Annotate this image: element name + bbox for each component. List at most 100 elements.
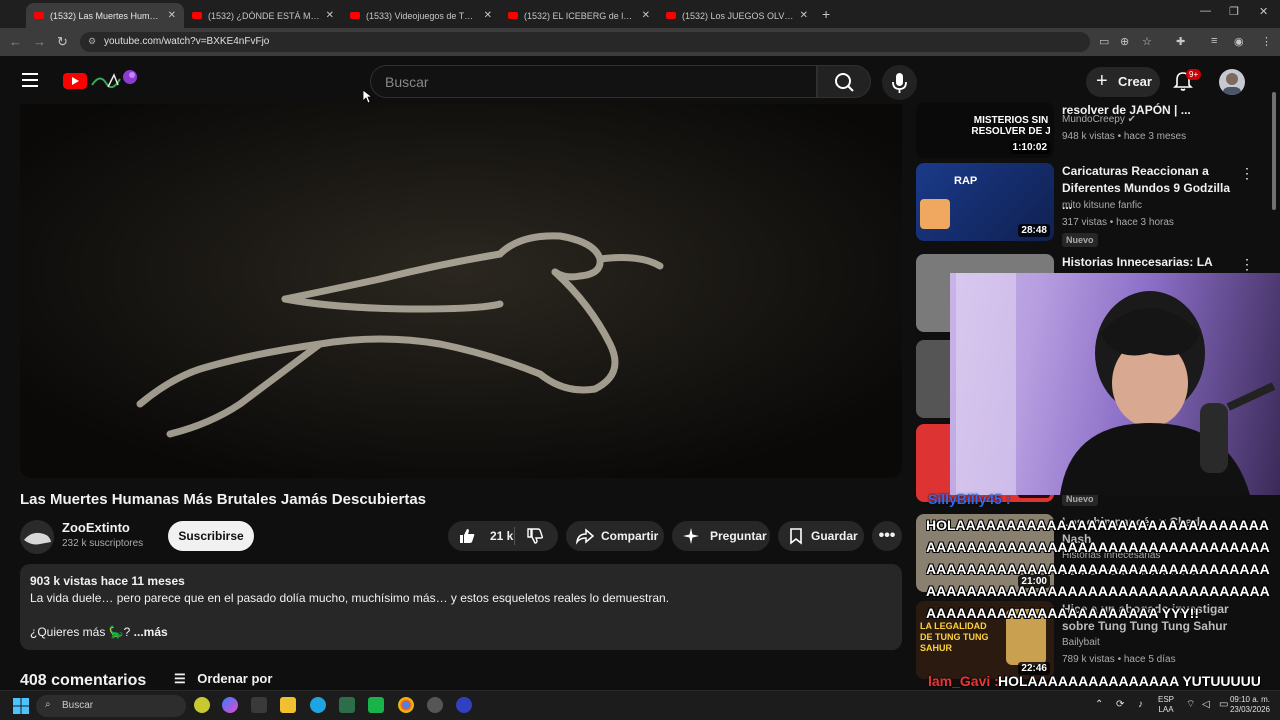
account-avatar[interactable] <box>1219 69 1245 95</box>
sparkle-icon <box>683 528 699 544</box>
sort-comments-button[interactable]: ☰ Ordenar por <box>174 671 272 687</box>
address-bar-row: ← → ↻ ⚙ youtube.com/watch?v=BXKE4nFvFjo … <box>0 28 1280 56</box>
url-field[interactable]: ⚙ youtube.com/watch?v=BXKE4nFvFjo <box>80 32 1090 52</box>
video-player[interactable] <box>20 104 902 478</box>
close-tab-icon[interactable]: ✕ <box>484 10 492 21</box>
reading-list-icon[interactable]: ≡ <box>1211 35 1217 47</box>
browser-tab[interactable]: (1532) EL ICEBERG de los FENÓ ✕ <box>500 3 658 28</box>
share-button[interactable]: Compartir <box>566 521 664 551</box>
browser-tab[interactable]: (1532) Las Muertes Humanas M ✕ <box>26 3 184 28</box>
voice-search-button[interactable] <box>882 65 917 100</box>
youtube-favicon-icon <box>192 12 202 19</box>
taskbar-search[interactable]: ⌕ Buscar <box>36 695 186 717</box>
close-window-icon[interactable]: ✕ <box>1259 5 1268 18</box>
ask-button[interactable]: Preguntar <box>672 521 770 551</box>
tray-app-icon[interactable]: ⟳ <box>1116 700 1124 710</box>
hamburger-menu-icon[interactable] <box>22 73 38 87</box>
tab-title: (1532) Las Muertes Humanas M <box>50 10 162 21</box>
app-icon[interactable] <box>368 697 384 713</box>
thumbnail-character <box>920 199 950 229</box>
like-button[interactable]: 21 k <box>458 527 513 545</box>
notifications-badge: 9+ <box>1186 69 1202 80</box>
youtube-favicon-icon <box>666 12 676 19</box>
video-thumbnail[interactable]: MISTERIOS SIN RESOLVER DE J 1:10:02 <box>916 102 1054 158</box>
recommendation-channel: mito kitsune fanfic <box>1062 200 1143 211</box>
streamer-webcam-overlay <box>950 273 1280 495</box>
recommendation-meta: 317 vistas • hace 3 horas <box>1062 217 1174 228</box>
forward-icon[interactable]: → <box>33 34 46 49</box>
tab-title: (1532) Los JUEGOS OLVIDADOS <box>682 10 794 21</box>
browser-menu-icon[interactable]: ⋮ <box>1261 35 1272 48</box>
wifi-icon[interactable]: ⌔ <box>1186 700 1195 710</box>
youtube-favicon-icon <box>350 12 360 19</box>
search-input[interactable]: Buscar <box>370 65 817 98</box>
terminal-icon[interactable] <box>339 697 355 713</box>
bookmark-star-icon[interactable]: ☆ <box>1142 35 1152 48</box>
back-icon[interactable]: ← <box>9 34 22 49</box>
close-tab-icon[interactable]: ✕ <box>800 10 808 21</box>
recommendation-meta: 948 k vistas • hace 3 meses <box>1062 131 1187 142</box>
close-tab-icon[interactable]: ✕ <box>168 10 176 21</box>
video-description[interactable]: 903 k vistas hace 11 meses La vida duele… <box>20 564 902 650</box>
volume-icon[interactable]: ◁ <box>1202 700 1210 710</box>
sort-icon: ☰ <box>174 671 186 686</box>
windows-start-icon[interactable] <box>13 698 29 714</box>
dinosaur-emoji-icon: 🦕? <box>108 625 131 639</box>
chat-message: HOLAAAAAAAAAAAAAAA YUTUUUUU <box>998 673 1261 689</box>
more-prompt: ¿Quieres más <box>30 625 106 639</box>
youtube-header: Buscar + Crear 9+ <box>0 56 1280 104</box>
youtube-logo[interactable] <box>63 73 87 89</box>
app-icon[interactable] <box>456 697 472 713</box>
cast-icon[interactable]: ▭ <box>1099 35 1109 48</box>
views-and-date: 903 k vistas hace 11 meses <box>30 574 185 588</box>
search-icon <box>835 73 854 92</box>
show-more-link[interactable]: ...más <box>134 625 168 639</box>
close-tab-icon[interactable]: ✕ <box>326 10 334 21</box>
edge-icon[interactable] <box>310 697 326 713</box>
copilot-icon[interactable] <box>222 697 238 713</box>
recommendation-item[interactable]: RAP 28:48 Caricaturas Reaccionan a Difer… <box>916 163 1276 247</box>
ask-label: Preguntar <box>710 529 767 543</box>
like-separator <box>514 527 515 545</box>
zoom-icon[interactable]: ⊕ <box>1120 35 1129 48</box>
restore-icon[interactable]: ❐ <box>1229 5 1239 18</box>
channel-logo-icon <box>24 532 51 545</box>
search-button[interactable] <box>817 65 871 98</box>
extensions-icon[interactable]: ✚ <box>1176 35 1185 48</box>
like-dislike-group: 21 k <box>448 521 558 551</box>
youtube-doodle-icon <box>91 70 137 89</box>
browser-tab[interactable]: (1533) Videojuegos de TERROR ✕ <box>342 3 500 28</box>
close-tab-icon[interactable]: ✕ <box>642 10 650 21</box>
microphone-tray-icon[interactable]: ♪ <box>1138 700 1143 710</box>
more-vertical-icon[interactable]: ⋮ <box>1240 165 1254 182</box>
site-info-icon[interactable]: ⚙ <box>88 36 96 47</box>
minimize-icon[interactable]: — <box>1200 5 1211 17</box>
profile-icon[interactable]: ◉ <box>1234 35 1244 48</box>
reload-icon[interactable]: ↻ <box>57 34 68 50</box>
language-indicator[interactable]: ESP LAA <box>1158 695 1174 715</box>
browser-tab[interactable]: (1532) ¿DÓNDE ESTÁ MI PIEL? | ✕ <box>184 3 342 28</box>
chat-username: SillyBilly45 : <box>928 491 1011 507</box>
more-actions-button[interactable]: ••• <box>872 521 902 551</box>
channel-avatar[interactable] <box>20 520 54 554</box>
like-count: 21 k <box>490 529 514 543</box>
video-thumbnail[interactable]: RAP 28:48 <box>916 163 1054 241</box>
subscribe-button[interactable]: Suscribirse <box>168 521 254 551</box>
file-explorer-icon[interactable] <box>280 697 296 713</box>
dislike-button[interactable] <box>526 527 550 548</box>
save-button[interactable]: Guardar <box>778 521 864 551</box>
browser-tab[interactable]: (1532) Los JUEGOS OLVIDADOS ✕ <box>658 3 816 28</box>
more-vertical-icon[interactable]: ⋮ <box>1240 256 1254 273</box>
chat-username: lam_Gavi : <box>928 673 999 689</box>
new-tab-icon[interactable]: + <box>822 6 830 22</box>
tray-chevron-icon[interactable]: ⌃ <box>1095 700 1103 710</box>
app-icon[interactable] <box>194 697 210 713</box>
chrome-icon[interactable] <box>398 697 414 713</box>
create-button[interactable]: + Crear <box>1086 67 1160 97</box>
store-icon[interactable] <box>251 697 267 713</box>
app-icon[interactable] <box>427 697 443 713</box>
user-avatar-icon <box>1223 73 1241 95</box>
channel-name[interactable]: ZooExtinto <box>62 520 130 535</box>
clock[interactable]: 09:10 a. m. 23/03/2026 <box>1228 695 1272 715</box>
sidebar-scrollbar[interactable] <box>1272 92 1276 210</box>
